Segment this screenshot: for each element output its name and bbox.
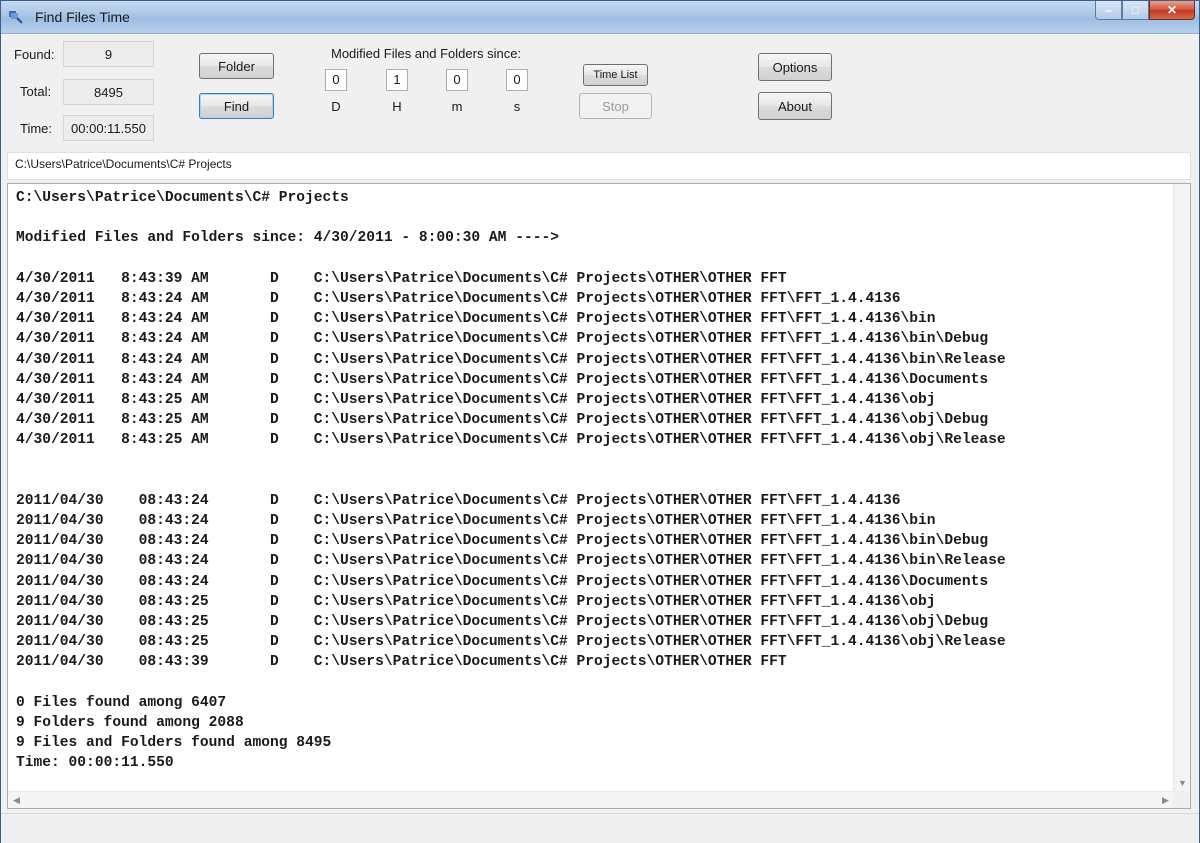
output-line: Modified Files and Folders since: 4/30/2… [16,230,559,247]
output-line: 9 Files and Folders found among 8495 [16,735,332,752]
output-line: 4/30/2011 8:43:25 AM D C:\Users\Patrice\… [16,412,989,429]
horizontal-scrollbar[interactable]: ◀ ▶ [8,791,1174,808]
output-line: 2011/04/30 08:43:25 D C:\Users\Patrice\D… [16,613,989,630]
output-line: C:\Users\Patrice\Documents\C# Projects [16,190,349,206]
since-heading: Modified Files and Folders since: [331,46,522,61]
path-field[interactable]: C:\Users\Patrice\Documents\C# Projects [7,152,1191,180]
output-line: 2011/04/30 08:43:24 D C:\Users\Patrice\D… [16,513,936,529]
options-button[interactable]: Options [758,53,832,81]
title-bar[interactable]: Find Files Time – □ ✕ [1,1,1199,34]
output-line: 4/30/2011 8:43:24 AM D C:\Users\Patrice\… [16,331,989,348]
find-button[interactable]: Find [199,93,274,119]
output-line: Time: 00:00:11.550 [16,755,174,772]
minutes-unit-label: m [451,99,463,114]
output-line: 4/30/2011 8:43:24 AM D C:\Users\Patrice\… [16,371,989,388]
minimize-button[interactable]: – [1095,1,1122,20]
output-text: C:\Users\Patrice\Documents\C# Projects Mo… [16,188,1166,788]
minutes-input[interactable]: 0 [446,69,468,91]
vertical-scrollbar[interactable]: ▼ [1173,184,1190,791]
output-line: 4/30/2011 8:43:39 AM D C:\Users\Patrice\… [16,270,787,287]
days-input[interactable]: 0 [325,69,347,91]
control-panel: Found: 9 Total: 8495 Time: 00:00:11.550 … [1,34,1199,152]
output-line: 4/30/2011 8:43:24 AM D C:\Users\Patrice\… [16,290,901,307]
output-line: 2011/04/30 08:43:24 D C:\Users\Patrice\D… [16,492,901,509]
folder-button[interactable]: Folder [199,53,274,79]
scrollbar-corner [1173,791,1190,808]
app-icon [9,11,23,24]
output-line: 2011/04/30 08:43:39 D C:\Users\Patrice\D… [16,654,787,671]
days-unit-label: D [331,99,341,114]
app-window: Find Files Time – □ ✕ Found: 9 Total: 84… [0,0,1200,843]
found-label: Found: [14,47,55,62]
found-value: 9 [63,41,154,67]
total-label: Total: [20,84,52,99]
output-line: 4/30/2011 8:43:25 AM D C:\Users\Patrice\… [16,391,936,408]
scroll-right-icon[interactable]: ▶ [1157,792,1174,808]
output-line: 2011/04/30 08:43:25 D C:\Users\Patrice\D… [16,634,1006,651]
output-line: 2011/04/30 08:43:24 D C:\Users\Patrice\D… [16,533,989,550]
close-button[interactable]: ✕ [1149,1,1195,20]
seconds-input[interactable]: 0 [506,69,528,91]
stop-button[interactable]: Stop [579,93,652,119]
output-line: 9 Folders found among 2088 [16,714,244,731]
maximize-button[interactable]: □ [1122,1,1149,20]
window-title: Find Files Time [35,9,130,25]
total-value: 8495 [63,79,154,105]
output-line: 2011/04/30 08:43:25 D C:\Users\Patrice\D… [16,593,936,610]
hours-input[interactable]: 1 [386,69,408,91]
output-line: 2011/04/30 08:43:24 D C:\Users\Patrice\D… [16,553,1006,570]
output-textbox[interactable]: C:\Users\Patrice\Documents\C# Projects Mo… [7,183,1191,809]
minimize-icon: – [1105,3,1112,17]
scroll-left-icon[interactable]: ◀ [8,792,25,808]
scroll-down-icon[interactable]: ▼ [1174,774,1190,791]
output-line: 0 Files found among 6407 [16,694,227,711]
time-list-button[interactable]: Time List [583,64,648,86]
time-label: Time: [20,121,53,136]
hours-unit-label: H [392,99,402,114]
window-controls: – □ ✕ [1095,1,1195,21]
seconds-unit-label: s [513,99,521,114]
output-line: 4/30/2011 8:43:24 AM D C:\Users\Patrice\… [16,351,1006,368]
about-button[interactable]: About [758,92,832,120]
maximize-icon: □ [1131,3,1140,17]
close-icon: ✕ [1166,3,1178,17]
output-line: 2011/04/30 08:43:24 D C:\Users\Patrice\D… [16,573,989,590]
status-bar [1,813,1199,843]
output-line: 4/30/2011 8:43:25 AM D C:\Users\Patrice\… [16,432,1006,449]
time-value: 00:00:11.550 [63,115,154,141]
output-line: 4/30/2011 8:43:24 AM D C:\Users\Patrice\… [16,311,936,328]
